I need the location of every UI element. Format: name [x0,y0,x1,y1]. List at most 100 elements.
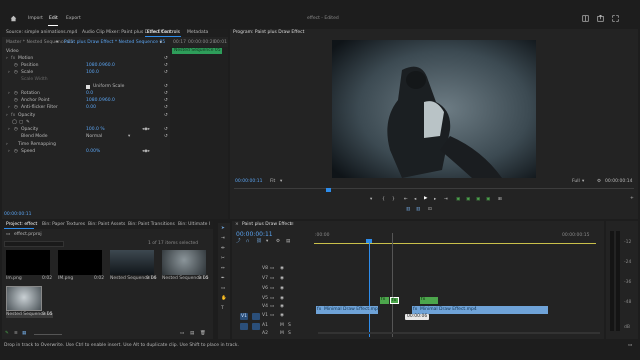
settings-icon[interactable]: + [630,196,634,202]
mini-clip-bar[interactable]: Nested Sequence 05 [172,48,222,54]
go-to-in-icon[interactable]: ⇤ [404,197,408,203]
safe-margins-icon[interactable]: ▥ [416,207,420,213]
dropdown-chevron-icon[interactable]: ▾ [56,40,58,46]
clip-green[interactable]: fx [390,297,399,304]
list-view-icon[interactable]: ≡ [14,331,18,337]
close-icon[interactable]: × [235,222,239,228]
vr-icon[interactable]: ⊞ [498,197,502,203]
reset-icon[interactable]: ↺ [164,91,168,97]
menu-export[interactable]: Export [66,16,81,22]
position-x-value[interactable]: 1080.0 [86,63,102,69]
keyframe-nav-icon[interactable]: ◂◆▸ [142,149,150,155]
tab-metadata[interactable]: Metadata [185,29,210,36]
expand-chevron-icon[interactable]: › [8,105,10,111]
linked-selection-icon[interactable]: ⛓ [256,239,262,245]
export-frame-icon[interactable]: ▣ [476,197,480,203]
ellipse-mask-icon[interactable]: ◯ [12,120,17,126]
tab-bin-paint-transitions[interactable]: Bin: Paint Transitions [126,221,177,228]
playhead-handle[interactable] [366,239,372,243]
playhead-marker[interactable] [326,188,331,192]
source-patch-v1[interactable]: V1 [240,313,248,320]
step-forward-icon[interactable]: ▸ [434,197,436,203]
timeline-scroll[interactable] [318,332,600,334]
position-y-value[interactable]: 960.0 [102,63,115,69]
zoom-slider[interactable] [34,334,62,335]
blend-mode-select[interactable]: Normal [86,134,102,140]
reset-icon[interactable]: ↺ [164,113,168,119]
toggle-sync-lock-icon[interactable]: ▭ [270,304,274,310]
expand-chevron-icon[interactable]: › [8,127,10,133]
lift-icon[interactable]: ▣ [456,197,460,203]
project-item[interactable]: Im.png 0:02 [6,250,52,281]
reset-icon[interactable]: ↺ [164,98,168,104]
reset-icon[interactable]: ↺ [164,63,168,69]
project-item[interactable]: IM.png 0:02 [58,250,104,281]
clip-play-icon[interactable]: ▸ [160,40,162,46]
rectangle-mask-icon[interactable]: ▢ [19,120,23,126]
eye-icon[interactable]: ◉ [280,266,284,272]
eye-icon[interactable]: ◉ [280,313,284,319]
expand-chevron-icon[interactable]: › [8,149,10,155]
program-video-frame[interactable] [332,40,536,178]
scale-value[interactable]: 100.0 [86,70,99,76]
timeline-tab[interactable]: Paint plus Draw Effect [242,222,291,228]
share-icon[interactable] [597,15,604,22]
compare-icon[interactable]: ▣ [486,197,490,203]
selection-tool-icon[interactable]: ➤ [221,226,225,232]
fit-select[interactable]: Fit [270,179,275,185]
program-title[interactable]: Program: Paint plus Draw Effect [233,30,304,36]
expand-chevron-icon[interactable]: › [8,91,10,97]
trash-icon[interactable]: 🗑 [200,331,206,337]
tab-project[interactable]: Project: effect [4,221,39,228]
toggle-sync-lock-icon[interactable]: ▭ [270,296,274,302]
stopwatch-icon[interactable]: ◷ [14,70,18,76]
rotation-value[interactable]: 0.0 [86,91,93,97]
uniform-scale-checkbox[interactable] [86,85,90,89]
wrench-icon[interactable]: ⚙ [597,179,601,185]
expand-chevron-icon[interactable]: › [8,70,10,76]
eye-icon[interactable]: ◉ [280,276,284,282]
nest-icon[interactable]: ⤴ [236,239,241,245]
timeline-timecode[interactable]: 00:00:00:11 [236,232,273,238]
work-area-bar[interactable] [314,243,596,244]
chevron-down-icon[interactable]: ▾ [128,134,130,140]
stopwatch-icon[interactable]: ◷ [14,98,18,104]
tab-bin-paint-assets[interactable]: Bin: Paint Assets [86,221,127,228]
step-back-icon[interactable]: ◂ [414,197,416,203]
expand-chevron-icon[interactable]: › [6,56,8,62]
reset-icon[interactable]: ↺ [164,127,168,133]
opacity-value[interactable]: 100.0 % [86,127,105,133]
reset-icon[interactable]: ↺ [164,84,168,90]
menu-import[interactable]: Import [28,16,43,22]
new-bin-icon[interactable]: ▭ [180,331,184,337]
clip-blue[interactable]: fx Minimal Draw Effect.mp4 [412,306,548,314]
slip-tool-icon[interactable]: ↔ [221,266,225,272]
tab-bin-ultimate[interactable]: Bin: Ultimate I [176,221,212,228]
stopwatch-icon[interactable]: ◷ [14,105,18,111]
anchor-x-value[interactable]: 1080.0 [86,98,102,104]
reset-icon[interactable]: ↺ [164,134,168,140]
ripple-edit-tool-icon[interactable]: ⇹ [221,246,225,252]
icon-view-icon[interactable]: ▦ [22,331,26,337]
razor-tool-icon[interactable]: ✂ [221,256,225,262]
pen-tool-icon[interactable]: ✒ [221,276,225,282]
tab-effect-controls[interactable]: Effect Controls [145,29,182,36]
fullscreen-icon[interactable] [612,15,619,22]
new-item-icon[interactable]: ▤ [190,331,194,337]
quality-select[interactable]: Full [572,179,580,185]
menu-icon[interactable]: ≡ [290,222,294,228]
hand-tool-icon[interactable]: ✋ [221,296,227,302]
solo-icon[interactable]: S [288,331,291,337]
home-icon[interactable] [10,15,17,22]
tab-source[interactable]: Source: simple animations.mp4 [4,29,79,36]
solo-icon[interactable]: S [288,323,291,329]
clip-green[interactable]: fx [420,297,438,304]
stopwatch-icon[interactable]: ◷ [14,91,18,97]
stopwatch-icon[interactable]: ◷ [14,149,18,155]
source-patch-a1[interactable] [240,323,248,330]
eye-icon[interactable]: ◉ [280,304,284,310]
program-timecode[interactable]: 00:00:00:11 [235,179,262,185]
rectangle-tool-icon[interactable]: ▭ [221,286,225,292]
wrench-icon[interactable]: ⚙ [276,239,280,245]
stopwatch-icon[interactable]: ◷ [14,127,18,133]
